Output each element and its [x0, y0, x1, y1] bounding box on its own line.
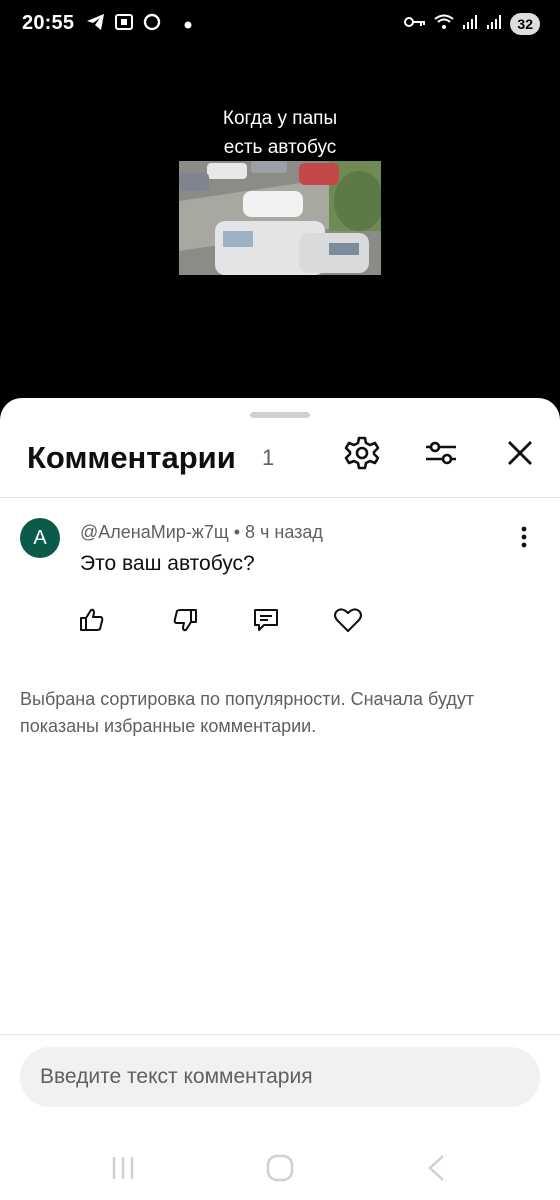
drag-handle[interactable] [250, 412, 310, 418]
status-bar: 20:55 32 [0, 0, 560, 50]
comments-sheet: Комментарии 1 А @АленаМир-ж7щ • 8 ч наза… [0, 398, 560, 1200]
heart-icon [333, 606, 363, 639]
settings-gear-icon [344, 435, 380, 476]
comment-input[interactable] [20, 1047, 540, 1107]
comments-title: Комментарии [27, 440, 236, 475]
dislike-icon [171, 606, 199, 639]
status-left-icons [86, 13, 192, 36]
comment-more-button[interactable] [512, 524, 536, 554]
telegram-icon [86, 13, 106, 36]
video-thumbnail [179, 161, 381, 275]
battery-icon: 32 [510, 13, 540, 35]
key-icon [404, 15, 426, 34]
like-icon [78, 606, 106, 639]
signal-icon [462, 14, 478, 35]
back-icon [423, 1153, 449, 1188]
video-caption: Когда у папы есть автобус [222, 108, 338, 158]
close-button[interactable] [500, 435, 540, 475]
home-button[interactable] [258, 1148, 302, 1192]
reply-icon [252, 606, 280, 639]
comment-item: А @АленаМир-ж7щ • 8 ч назад Это ваш авто… [0, 498, 560, 648]
signal-icon [486, 14, 502, 35]
heart-button[interactable] [328, 602, 368, 642]
home-icon [265, 1153, 295, 1188]
chat-bubble-icon [142, 13, 162, 36]
status-time: 20:55 [22, 12, 75, 34]
filter-button[interactable] [421, 435, 461, 475]
more-vertical-icon [521, 526, 527, 553]
video-player[interactable]: Когда у папы есть автобус [0, 50, 560, 410]
recent-apps-button[interactable] [101, 1148, 145, 1192]
avatar[interactable]: А [20, 518, 60, 558]
comment-meta: @АленаМир-ж7щ • 8 ч назад [80, 522, 323, 543]
like-button[interactable] [72, 602, 112, 642]
screenshot-icon [114, 13, 134, 36]
meta-separator: • [233, 522, 240, 542]
reply-button[interactable] [246, 602, 286, 642]
system-nav-bar [0, 1148, 560, 1200]
dot-icon [184, 16, 192, 34]
wifi-icon [434, 14, 455, 35]
status-right-icons: 32 [404, 13, 540, 35]
filter-sliders-icon [423, 435, 459, 476]
settings-button[interactable] [342, 435, 382, 475]
back-button[interactable] [414, 1148, 458, 1192]
comment-time: 8 ч назад [245, 522, 323, 542]
recent-apps-icon [108, 1154, 138, 1187]
comments-header: Комментарии 1 [0, 428, 560, 498]
comments-count: 1 [262, 445, 275, 470]
sort-notice: Выбрана сортировка по популярности. Снач… [20, 689, 475, 736]
close-icon [505, 438, 535, 473]
comment-author[interactable]: @АленаМир-ж7щ [80, 522, 229, 542]
dislike-button[interactable] [165, 602, 205, 642]
comment-text: Это ваш автобус? [80, 552, 255, 575]
